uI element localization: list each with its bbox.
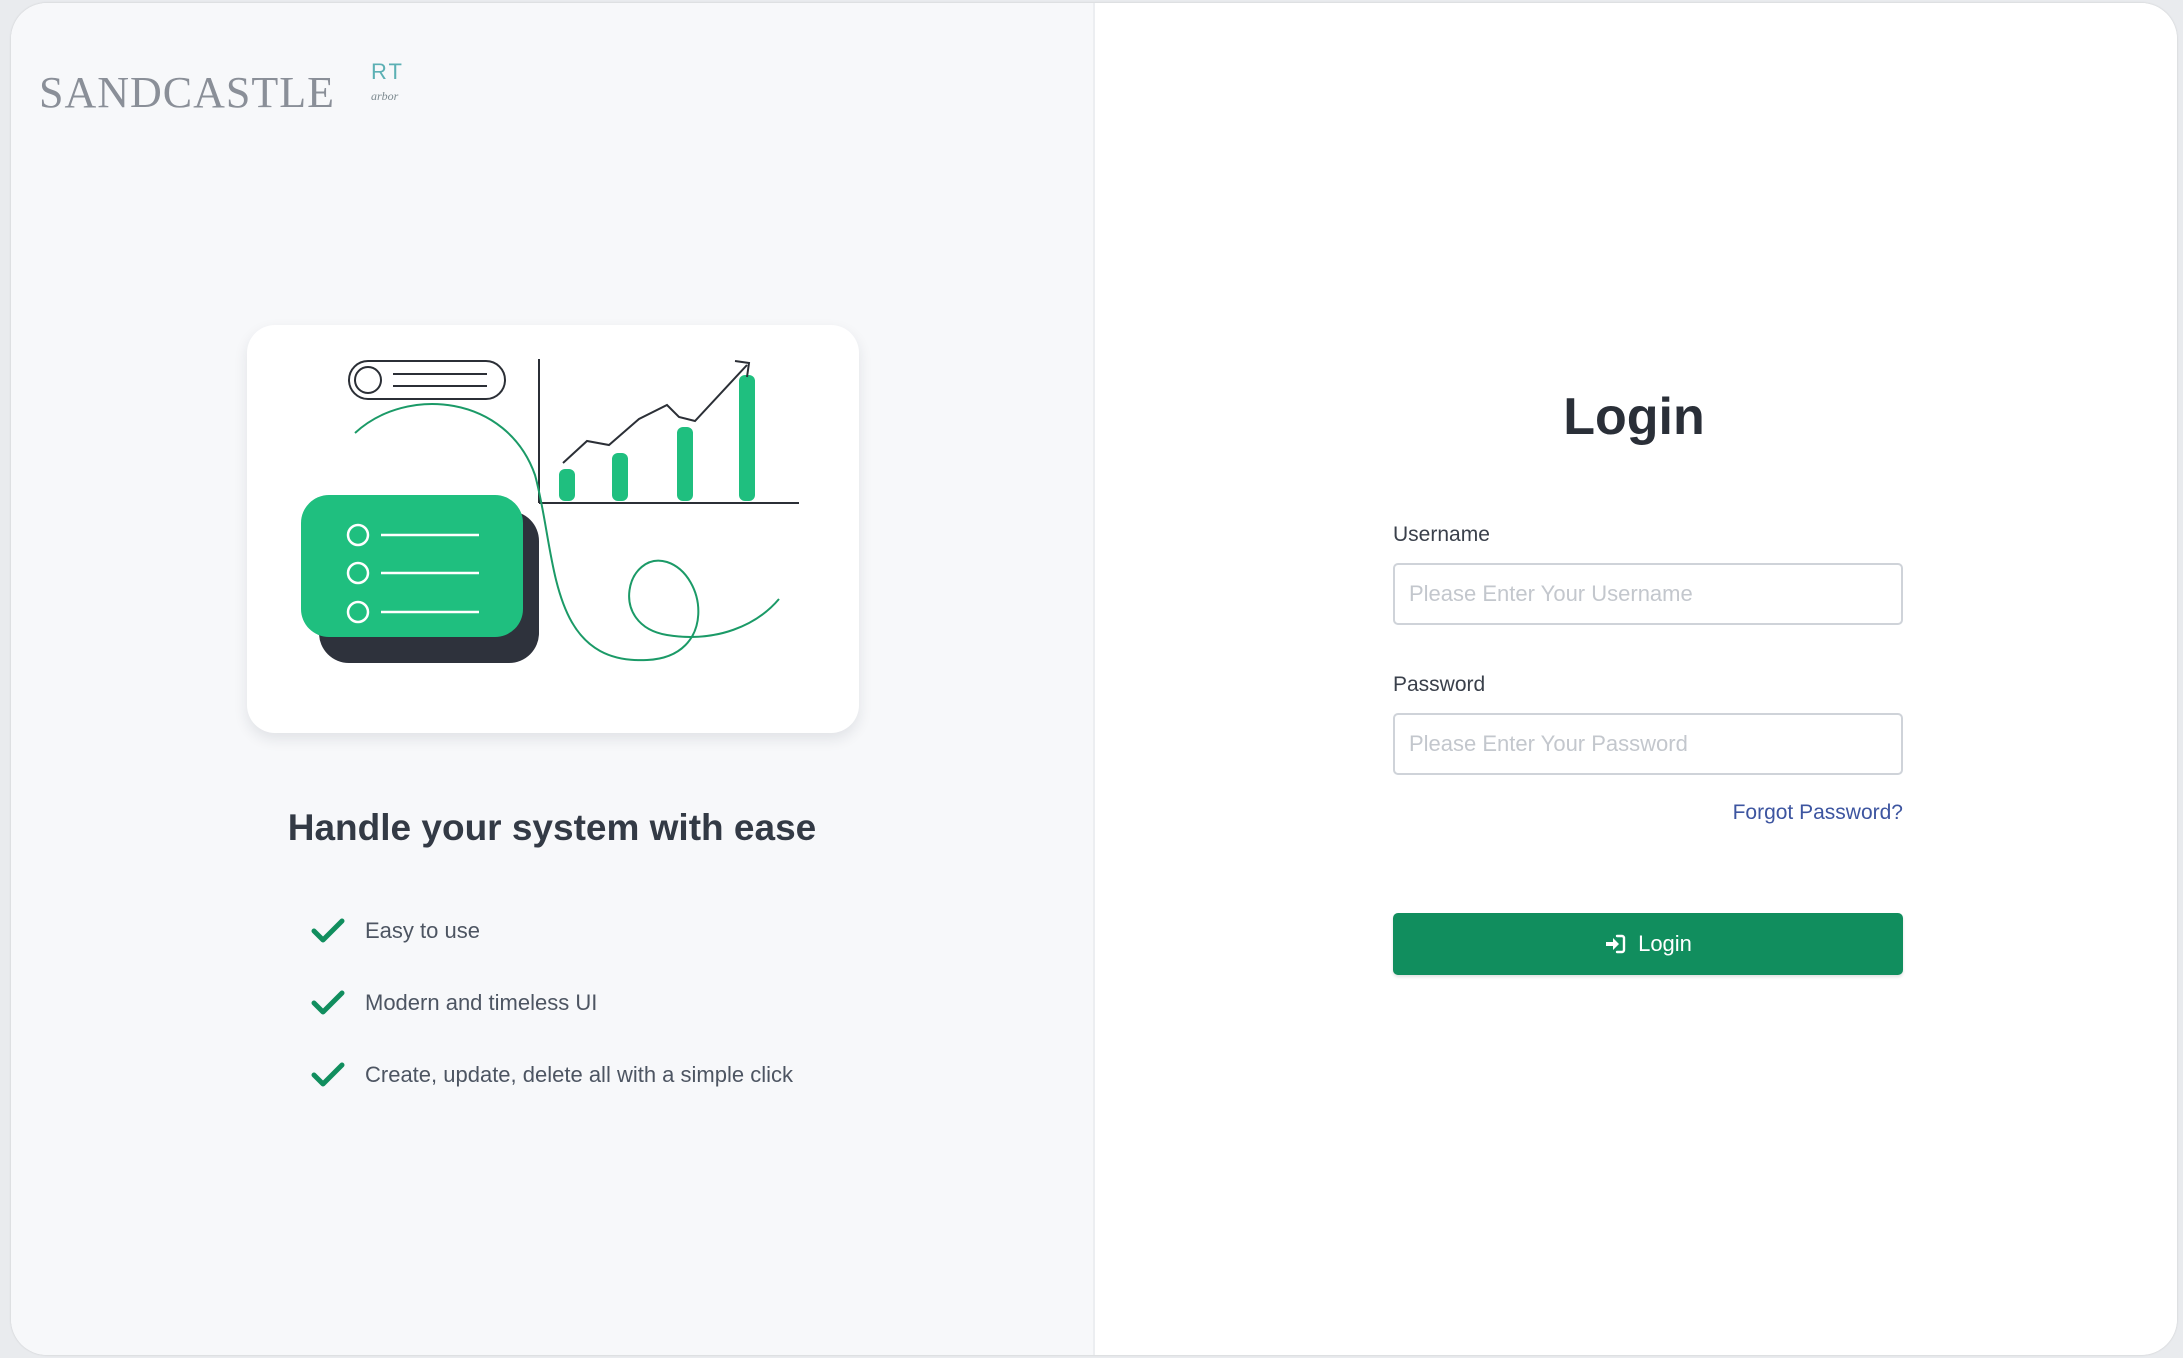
username-field: Username [1393,523,1903,625]
check-icon [311,990,345,1015]
feature-label: Create, update, delete all with a simple… [365,1062,793,1087]
left-panel: SANDCASTLE RT arbor Handle your system w… [11,3,1095,1355]
feature-item: Easy to use [311,895,793,967]
feature-list: Easy to use Modern and timeless UI Creat… [311,895,793,1111]
feature-label: Modern and timeless UI [365,990,598,1015]
brand-logo: SANDCASTLE [39,68,336,117]
check-icon [311,1062,345,1087]
password-input[interactable] [1393,713,1903,775]
forgot-password-link[interactable]: Forgot Password? [1393,801,1903,825]
login-panel: Login Username Password Forgot Password?… [1095,3,2177,1355]
login-button-label: Login [1638,931,1692,956]
brand-tag-sub: arbor [371,89,399,103]
feature-item: Create, update, delete all with a simple… [311,1039,793,1111]
sign-in-icon [1606,934,1626,954]
password-field: Password [1393,673,1903,775]
password-label: Password [1393,673,1486,696]
brand-tag: RT [371,59,404,84]
tagline: Handle your system with ease [287,807,817,848]
check-icon [311,918,345,943]
feature-label: Easy to use [365,918,480,943]
app-window: SANDCASTLE RT arbor Handle your system w… [11,3,2177,1355]
login-title: Login [1563,388,1705,446]
dashboard-illustration-icon [301,359,799,663]
username-label: Username [1393,523,1490,546]
illustration-card [247,325,859,733]
username-input[interactable] [1393,563,1903,625]
feature-item: Modern and timeless UI [311,967,793,1039]
login-button[interactable]: Login [1393,913,1903,975]
login-form: Username Password Forgot Password? Login [1393,523,1903,975]
